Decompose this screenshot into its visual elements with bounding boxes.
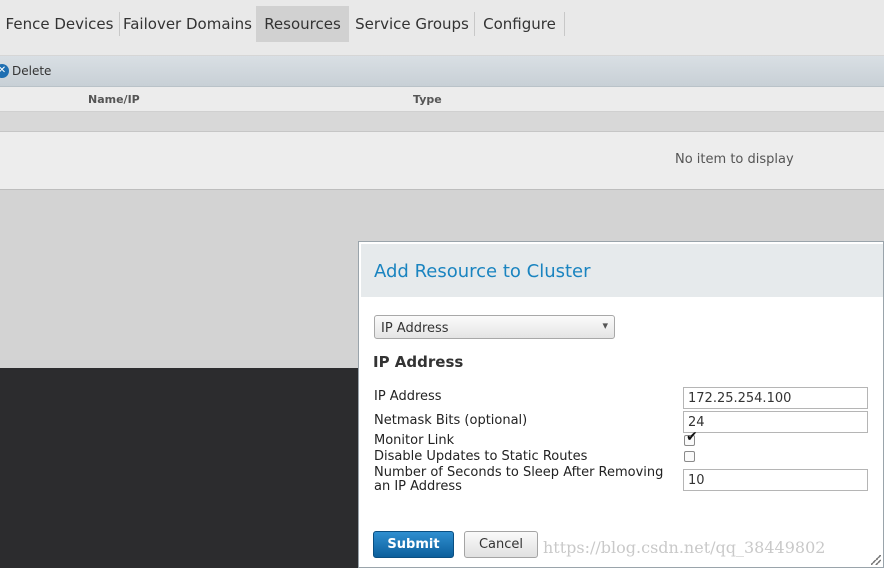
netmask-bits-input[interactable] [683, 411, 868, 433]
top-tab-bar: Fence Devices Failover Domains Resources… [0, 0, 884, 56]
ip-address-input[interactable] [683, 387, 868, 409]
tab-separator [564, 12, 565, 36]
resource-type-select[interactable]: IP Address ▾ [374, 315, 615, 339]
tab-fence-devices[interactable]: Fence Devices [0, 6, 119, 42]
disable-static-routes-label: Disable Updates to Static Routes [374, 449, 588, 464]
table-filter-row [0, 112, 884, 132]
tab-service-groups[interactable]: Service Groups [350, 6, 474, 42]
resource-type-value: IP Address [381, 321, 449, 336]
resize-grip-icon[interactable] [871, 555, 881, 565]
watermark: https://blog.csdn.net/qq_38449802 [543, 538, 826, 557]
tab-failover-domains[interactable]: Failover Domains [120, 6, 255, 42]
resources-toolbar: ✕ Delete [0, 56, 884, 87]
delete-button[interactable]: Delete [12, 64, 51, 78]
cancel-button[interactable]: Cancel [464, 531, 538, 558]
tab-configure[interactable]: Configure [475, 6, 564, 42]
monitor-link-checkbox[interactable]: ✔ [684, 430, 698, 446]
column-header-type[interactable]: Type [413, 93, 442, 106]
checkmark-icon: ✔ [686, 429, 698, 445]
netmask-bits-label: Netmask Bits (optional) [374, 413, 528, 428]
section-title: IP Address [373, 353, 464, 371]
sleep-seconds-input[interactable] [683, 469, 868, 491]
dialog-header: Add Resource to Cluster [361, 244, 883, 297]
submit-button[interactable]: Submit [373, 531, 454, 558]
close-circle-icon[interactable]: ✕ [0, 64, 9, 78]
dialog-title: Add Resource to Cluster [374, 261, 591, 282]
empty-message: No item to display [675, 152, 794, 167]
ip-address-label: IP Address [374, 389, 442, 404]
chevron-down-icon: ▾ [602, 319, 608, 332]
disable-static-routes-checkbox[interactable] [684, 451, 695, 462]
tab-resources[interactable]: Resources [256, 6, 349, 42]
column-header-name-ip[interactable]: Name/IP [88, 93, 140, 106]
sleep-seconds-label: Number of Seconds to Sleep After Removin… [374, 465, 664, 494]
add-resource-dialog: Add Resource to Cluster IP Address ▾ IP … [358, 241, 884, 568]
table-body: No item to display [0, 132, 884, 190]
monitor-link-label: Monitor Link [374, 433, 455, 448]
table-header: Name/IP Type [0, 87, 884, 112]
